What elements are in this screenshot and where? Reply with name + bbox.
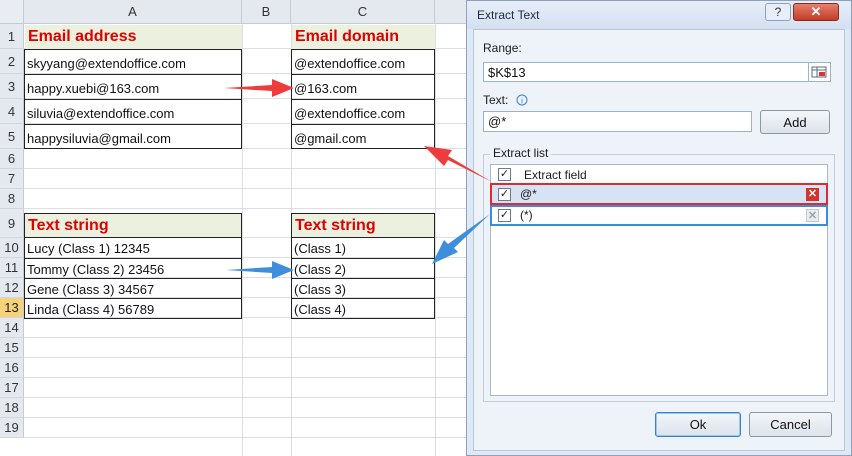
row-header-4[interactable]: 4 xyxy=(0,99,24,124)
range-select-icon xyxy=(811,66,827,78)
email-cell-2[interactable]: happy.xuebi@163.com xyxy=(24,76,242,100)
row-header-14[interactable]: 14 xyxy=(0,318,24,338)
row-header-5[interactable]: 5 xyxy=(0,124,24,149)
text-string-cell-2[interactable]: Tommy (Class 2) 23456 xyxy=(24,259,242,279)
add-button[interactable]: Add xyxy=(760,110,830,134)
range-select-button[interactable] xyxy=(809,62,831,82)
row-header-9[interactable]: 9 xyxy=(0,209,24,238)
row-header-8[interactable]: 8 xyxy=(0,189,24,209)
extract-item-2-label[interactable]: (*) xyxy=(520,208,533,222)
extract-item-1-checkbox[interactable]: ✓ xyxy=(498,188,511,201)
extract-list-label: Extract list xyxy=(490,146,552,160)
row-header-11[interactable]: 11 xyxy=(0,258,24,278)
extract-text-dialog: Extract Text ? ✕ Range: $K$13 Text: i @*… xyxy=(466,0,852,456)
text-string-cell-4[interactable]: Linda (Class 4) 56789 xyxy=(24,299,242,319)
extract-item-2-highlight xyxy=(490,205,828,226)
row-gridline xyxy=(24,337,470,338)
row-header-18[interactable]: 18 xyxy=(0,398,24,418)
range-input[interactable]: $K$13 xyxy=(483,62,809,82)
row-gridline xyxy=(24,188,470,189)
row-gridline xyxy=(24,377,470,378)
column-header-a[interactable]: A xyxy=(24,0,242,24)
class-result-cell-3[interactable]: (Class 3) xyxy=(291,279,435,299)
text-label: Text: xyxy=(483,93,509,107)
class-result-cell-2[interactable]: (Class 2) xyxy=(291,259,435,279)
email-cell-4[interactable]: happysiluvia@gmail.com xyxy=(24,126,242,150)
help-button[interactable]: ? xyxy=(765,3,791,21)
row-gridline xyxy=(24,437,470,438)
row-header-2[interactable]: 2 xyxy=(0,49,24,74)
email-cell-3[interactable]: siluvia@extendoffice.com xyxy=(24,101,242,125)
row-header-10[interactable]: 10 xyxy=(0,238,24,258)
email-cell-1[interactable]: skyyang@extendoffice.com xyxy=(24,51,242,75)
range-label: Range: xyxy=(483,41,522,55)
ok-button[interactable]: Ok xyxy=(655,412,741,437)
text-string-cell-3[interactable]: Gene (Class 3) 34567 xyxy=(24,279,242,299)
cancel-button[interactable]: Cancel xyxy=(749,412,832,437)
column-header-d[interactable] xyxy=(435,0,470,24)
row-header-17[interactable]: 17 xyxy=(0,378,24,398)
row-header-19[interactable]: 19 xyxy=(0,418,24,438)
column-header-c[interactable]: C xyxy=(291,0,435,24)
blue-arrow-dialog-to-class xyxy=(432,214,490,264)
row-gridline xyxy=(24,357,470,358)
red-arrow-dialog-to-domain xyxy=(424,146,492,182)
class-result-cell-1[interactable]: (Class 1) xyxy=(291,238,435,258)
column-header-b[interactable]: B xyxy=(242,0,291,24)
row-header-15[interactable]: 15 xyxy=(0,338,24,358)
row-header-16[interactable]: 16 xyxy=(0,358,24,378)
text-string-header-c[interactable]: Text string xyxy=(291,213,435,238)
row-header-7[interactable]: 7 xyxy=(0,169,24,189)
text-input[interactable]: @* xyxy=(483,111,752,132)
blue-arrow-text-to-class xyxy=(226,261,294,279)
domain-cell-3[interactable]: @extendoffice.com xyxy=(291,101,435,125)
select-all-checkbox[interactable]: ✓ xyxy=(498,168,511,181)
text-string-header-a[interactable]: Text string xyxy=(24,213,242,238)
row-header-1[interactable]: 1 xyxy=(0,24,24,49)
row-header-12[interactable]: 12 xyxy=(0,278,24,298)
svg-text:i: i xyxy=(521,97,523,106)
row-header-6[interactable]: 6 xyxy=(0,149,24,169)
extract-field-column-header: Extract field xyxy=(524,168,587,182)
red-arrow-email-to-domain xyxy=(224,79,294,97)
row-gridline xyxy=(24,208,470,209)
email-address-header[interactable]: Email address xyxy=(25,25,242,49)
domain-cell-2[interactable]: @163.com xyxy=(291,76,435,100)
class-result-cell-4[interactable]: (Class 4) xyxy=(291,299,435,319)
domain-cell-4[interactable]: @gmail.com xyxy=(291,126,435,150)
extract-item-1-label: @* xyxy=(520,187,537,201)
row-gridline xyxy=(24,417,470,418)
row-header-13[interactable]: 13 xyxy=(0,298,24,318)
dialog-title: Extract Text xyxy=(477,8,540,22)
close-button[interactable]: ✕ xyxy=(793,3,839,21)
row-gridline xyxy=(24,397,470,398)
extract-item-2-checkbox[interactable]: ✓ xyxy=(498,209,511,222)
select-all-corner[interactable] xyxy=(0,0,24,24)
info-icon[interactable]: i xyxy=(516,94,528,106)
domain-cell-1[interactable]: @extendoffice.com xyxy=(291,51,435,75)
text-string-cell-1[interactable]: Lucy (Class 1) 12345 xyxy=(24,238,242,258)
delete-item-2-icon[interactable]: ✕ xyxy=(806,209,819,222)
delete-item-1-icon[interactable]: ✕ xyxy=(806,188,819,201)
dialog-body: Range: $K$13 Text: i @* Add Extract list… xyxy=(473,29,845,451)
extract-item-1-highlight xyxy=(490,183,828,205)
email-domain-header[interactable]: Email domain xyxy=(292,25,435,49)
row-header-3[interactable]: 3 xyxy=(0,74,24,99)
row-gridline xyxy=(24,168,470,169)
